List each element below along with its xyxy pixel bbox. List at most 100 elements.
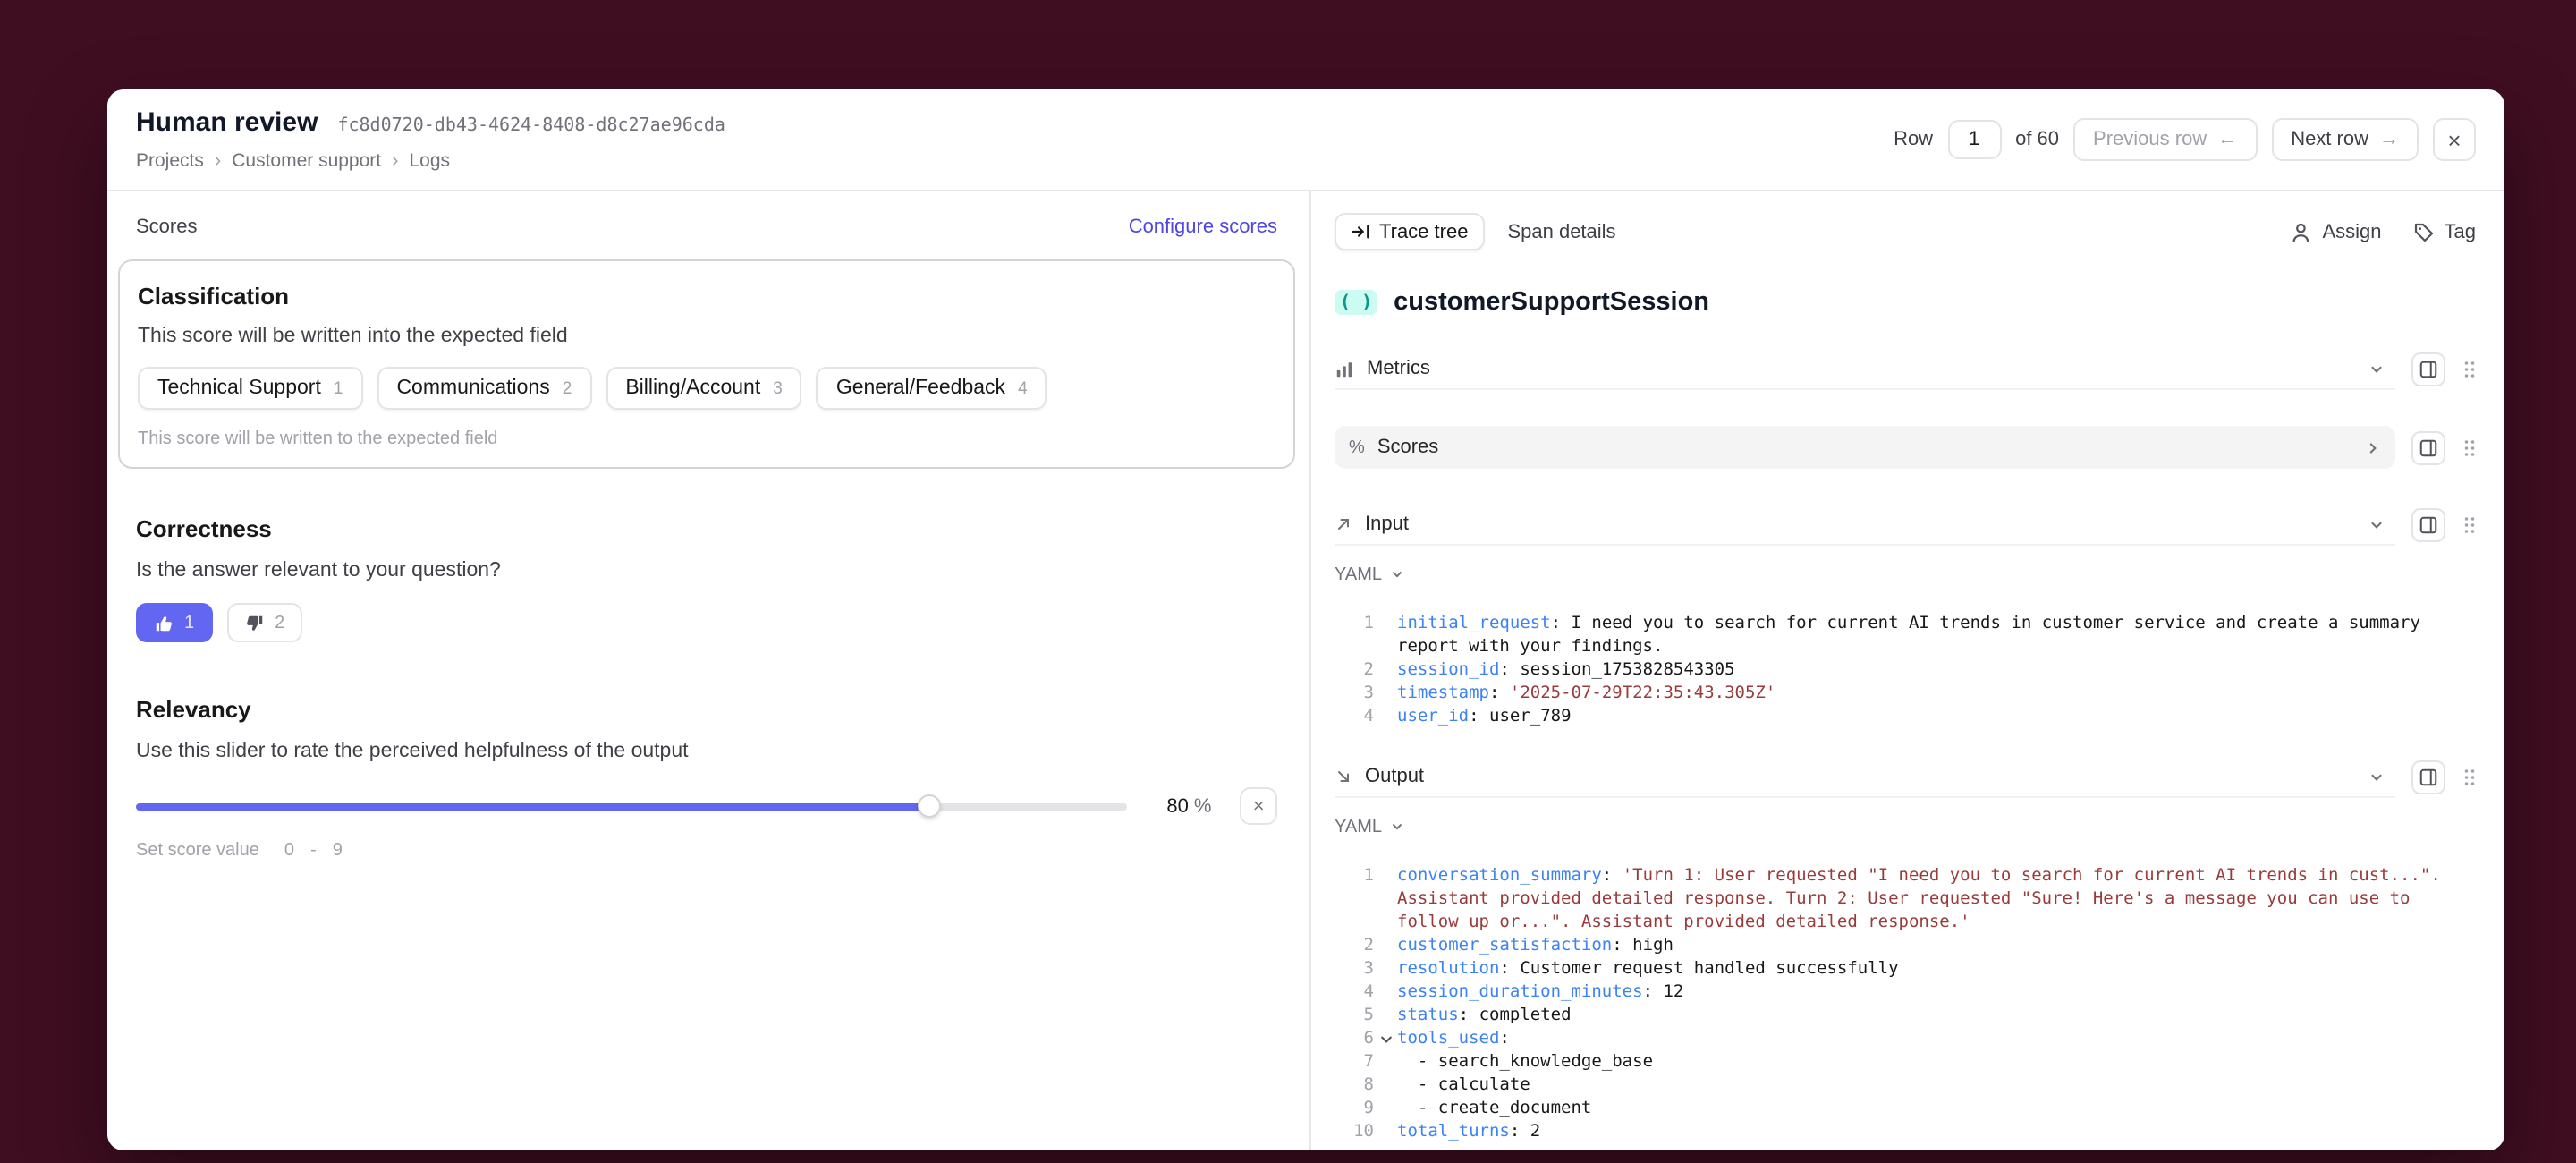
metrics-panel-layout-button[interactable]	[2411, 352, 2445, 386]
output-drag-handle-icon[interactable]	[2463, 768, 2476, 787]
code-line: 1initial_request: I need you to search f…	[1335, 612, 2476, 658]
collapse-toggle-icon[interactable]	[1374, 1027, 1397, 1050]
metrics-header[interactable]: Metrics	[1335, 349, 2395, 390]
code-content: conversation_summary: 'Turn 1: User requ…	[1397, 864, 2476, 934]
assign-button[interactable]: Assign	[2292, 221, 2381, 242]
tab-trace-tree[interactable]: Trace tree	[1335, 213, 1484, 250]
tag-button[interactable]: Tag	[2414, 221, 2477, 242]
collapse-spacer	[1374, 612, 1397, 658]
relevancy-section: Relevancy Use this slider to rate the pe…	[118, 696, 1295, 861]
code-line: 2 session_id: session_1753828543305	[1335, 658, 2476, 682]
collapse-spacer	[1374, 1074, 1397, 1097]
code-line: 9 - create_document	[1335, 1097, 2476, 1120]
breadcrumb-projects[interactable]: Projects	[136, 150, 204, 172]
thumbs-down-button[interactable]: 2	[226, 603, 302, 642]
clear-score-button[interactable]: ×	[1240, 787, 1277, 825]
span-type-icon: ( )	[1335, 290, 1377, 315]
previous-row-button[interactable]: Previous row ←	[2073, 118, 2257, 161]
collapse-spacer	[1374, 682, 1397, 705]
thumbs-down-icon	[244, 613, 264, 632]
relevancy-description: Use this slider to rate the perceived he…	[136, 741, 1277, 762]
code-line: 8 - calculate	[1335, 1074, 2476, 1097]
scores-drag-handle-icon[interactable]	[2463, 437, 2476, 457]
next-row-button[interactable]: Next row →	[2271, 118, 2419, 161]
collapse-spacer	[1374, 1004, 1397, 1027]
line-number: 6	[1335, 1027, 1374, 1050]
code-line: 7 - search_knowledge_base	[1335, 1050, 2476, 1074]
code-line: 2 customer_satisfaction: high	[1335, 934, 2476, 957]
collapse-spacer	[1374, 705, 1397, 728]
chevron-down-icon[interactable]	[2368, 361, 2385, 377]
line-number: 9	[1335, 1097, 1374, 1120]
assign-label: Assign	[2322, 221, 2381, 242]
line-number: 3	[1335, 682, 1374, 705]
input-format-select[interactable]: YAML	[1335, 562, 1403, 587]
next-row-label: Next row	[2291, 129, 2368, 150]
line-number: 2	[1335, 934, 1374, 957]
row-label: Row	[1894, 129, 1933, 150]
breadcrumb-logs[interactable]: Logs	[409, 150, 450, 172]
slider-value: 80%	[1166, 795, 1211, 817]
line-number: 2	[1335, 658, 1374, 682]
chevron-down-icon[interactable]	[2368, 516, 2385, 532]
code-content: customer_satisfaction: high	[1397, 934, 2476, 957]
slider-handle[interactable]	[919, 794, 942, 818]
correctness-section: Correctness Is the answer relevant to yo…	[118, 515, 1295, 642]
chevron-down-icon[interactable]	[2368, 768, 2385, 785]
classification-options: Technical Support1 Communications2 Billing…	[138, 367, 1275, 410]
panel-columns-icon	[2419, 437, 2438, 457]
line-number: 5	[1335, 1004, 1374, 1027]
output-label: Output	[1365, 766, 1424, 787]
tab-span-details[interactable]: Span details	[1507, 221, 1615, 242]
percent-icon: %	[1349, 437, 1365, 457]
collapse-spacer	[1374, 658, 1397, 682]
collapse-spacer	[1374, 957, 1397, 980]
metrics-drag-handle-icon[interactable]	[2463, 360, 2476, 379]
breadcrumb-customer-support[interactable]: Customer support	[232, 150, 381, 172]
code-content: - calculate	[1397, 1074, 2476, 1097]
classification-option[interactable]: General/Feedback4	[817, 367, 1047, 410]
classification-footnote: This score will be written to the expect…	[138, 429, 1275, 449]
input-header[interactable]: Input	[1335, 505, 2395, 546]
tag-icon	[2414, 221, 2436, 242]
correctness-description: Is the answer relevant to your question?	[136, 560, 1277, 582]
output-header[interactable]: Output	[1335, 757, 2395, 798]
classification-option[interactable]: Communications2	[377, 367, 591, 410]
option-shortcut: 1	[334, 379, 343, 399]
classification-title: Classification	[138, 283, 1275, 310]
slider-unit: %	[1194, 795, 1212, 817]
line-number: 4	[1335, 705, 1374, 728]
configure-scores-link[interactable]: Configure scores	[1129, 216, 1277, 238]
option-shortcut: 4	[1018, 379, 1028, 399]
option-label: Billing/Account	[625, 378, 760, 399]
close-icon: ×	[2447, 126, 2461, 153]
relevancy-slider[interactable]	[136, 802, 1127, 810]
input-drag-handle-icon[interactable]	[2463, 515, 2476, 535]
output-format-select[interactable]: YAML	[1335, 814, 1403, 839]
output-section-row: Output	[1335, 757, 2476, 798]
output-format-label: YAML	[1335, 817, 1382, 836]
collapse-spacer	[1374, 934, 1397, 957]
classification-score-card: Classification This score will be writte…	[118, 259, 1295, 469]
scores-panel-layout-button[interactable]	[2411, 430, 2445, 464]
row-number-input[interactable]	[1947, 120, 2001, 159]
app-background: Human review fc8d0720-db43-4624-8408-d8c…	[0, 0, 2576, 1163]
line-number: 8	[1335, 1074, 1374, 1097]
code-content: session_id: session_1753828543305	[1397, 658, 2476, 682]
right-arrow-icon: →	[2379, 129, 2399, 150]
classification-option[interactable]: Billing/Account3	[606, 367, 801, 410]
row-navigation: Row of 60 Previous row ← Next row → ×	[1894, 118, 2476, 161]
span-title-row: ( ) customerSupportSession	[1335, 286, 2476, 318]
output-panel-layout-button[interactable]	[2411, 760, 2445, 794]
dialog-header: Human review fc8d0720-db43-4624-8408-d8c…	[107, 89, 2504, 191]
thumbs-up-button[interactable]: 1	[136, 603, 212, 642]
input-format-label: YAML	[1335, 565, 1382, 584]
scores-section-row: % Scores	[1335, 426, 2476, 469]
chevron-right-icon[interactable]	[2365, 439, 2381, 455]
relevancy-title: Relevancy	[136, 696, 1277, 723]
tag-label: Tag	[2445, 221, 2477, 242]
scores-header[interactable]: % Scores	[1335, 426, 2395, 469]
classification-option[interactable]: Technical Support1	[138, 367, 362, 410]
input-panel-layout-button[interactable]	[2411, 508, 2445, 542]
close-button[interactable]: ×	[2433, 118, 2476, 161]
